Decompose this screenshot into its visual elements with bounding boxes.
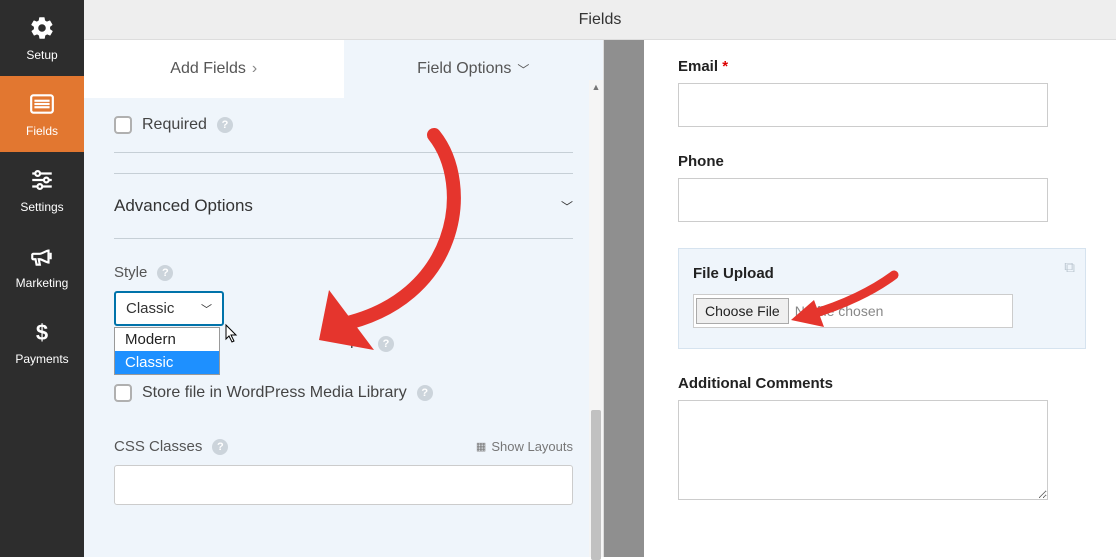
sidebar-item-label: Payments <box>15 352 68 366</box>
duplicate-icon[interactable]: ⧉ <box>1064 259 1075 276</box>
help-icon[interactable]: ? <box>217 117 233 133</box>
scroll-up-icon[interactable]: ▲ <box>589 80 603 94</box>
preview-divider <box>604 40 644 557</box>
sidebar-item-label: Fields <box>26 124 58 138</box>
file-upload-field[interactable]: ⧉ File Upload Choose File No file chosen <box>678 248 1086 349</box>
required-label: Required <box>142 116 207 134</box>
style-option-modern[interactable]: Modern <box>115 328 219 351</box>
hidden-label-partial: l <box>350 335 354 353</box>
required-checkbox[interactable] <box>114 116 132 134</box>
style-dropdown: Modern Classic <box>114 327 220 375</box>
scrollbar-thumb[interactable] <box>591 410 601 560</box>
css-classes-label: CSS Classes <box>114 438 202 455</box>
chevron-down-icon: ﹀ <box>561 198 573 215</box>
phone-label: Phone <box>678 153 1086 170</box>
chevron-down-icon: ﹀ <box>517 61 529 78</box>
show-layouts-label: Show Layouts <box>491 439 573 454</box>
additional-comments-label: Additional Comments <box>678 375 1086 392</box>
sidebar: Setup Fields Settings Marketing $ Paymen… <box>0 0 84 557</box>
gear-icon <box>28 14 56 42</box>
css-classes-input[interactable] <box>114 465 573 505</box>
field-options-panel: Add Fields › Field Options ﹀ Required ? <box>84 40 604 557</box>
tab-field-options[interactable]: Field Options ﹀ <box>344 40 604 98</box>
help-icon[interactable]: ? <box>212 439 228 455</box>
sidebar-item-settings[interactable]: Settings <box>0 152 84 228</box>
sidebar-item-setup[interactable]: Setup <box>0 0 84 76</box>
sidebar-item-label: Settings <box>20 200 63 214</box>
required-row: Required ? <box>114 98 573 153</box>
advanced-options-header[interactable]: Advanced Options ﹀ <box>114 173 573 239</box>
sidebar-item-fields[interactable]: Fields <box>0 76 84 152</box>
style-selected-value: Classic <box>126 300 174 317</box>
email-input[interactable] <box>678 83 1048 127</box>
dollar-icon: $ <box>28 318 56 346</box>
help-icon[interactable]: ? <box>157 265 173 281</box>
advanced-options-label: Advanced Options <box>114 196 253 216</box>
sidebar-item-marketing[interactable]: Marketing <box>0 228 84 304</box>
no-file-text: No file chosen <box>795 303 884 319</box>
email-label: Email * <box>678 58 1086 75</box>
phone-input[interactable] <box>678 178 1048 222</box>
style-label: Style <box>114 264 147 281</box>
sidebar-item-label: Marketing <box>16 276 69 290</box>
cursor-icon <box>224 323 242 350</box>
tab-label: Add Fields <box>170 60 246 78</box>
show-layouts-button[interactable]: ▦ Show Layouts <box>476 439 573 454</box>
chevron-down-icon: ﹀ <box>201 301 212 317</box>
tab-add-fields[interactable]: Add Fields › <box>84 40 344 98</box>
additional-comments-textarea[interactable] <box>678 400 1048 500</box>
store-file-label: Store file in WordPress Media Library <box>142 384 407 402</box>
file-upload-label: File Upload <box>693 265 1071 282</box>
help-icon[interactable]: ? <box>417 385 433 401</box>
sidebar-item-payments[interactable]: $ Payments <box>0 304 84 380</box>
file-input[interactable]: Choose File No file chosen <box>693 294 1013 328</box>
chevron-right-icon: › <box>252 60 257 78</box>
bullhorn-icon <box>28 242 56 270</box>
sliders-icon <box>28 166 56 194</box>
tab-label: Field Options <box>417 60 511 78</box>
svg-text:$: $ <box>36 320 48 345</box>
choose-file-button[interactable]: Choose File <box>696 298 789 324</box>
list-icon <box>28 90 56 118</box>
style-option-classic[interactable]: Classic <box>115 351 219 374</box>
help-icon[interactable]: ? <box>378 336 394 352</box>
store-file-checkbox[interactable] <box>114 384 132 402</box>
sidebar-item-label: Setup <box>26 48 57 62</box>
grid-icon: ▦ <box>476 440 486 453</box>
form-preview: Email * Phone ⧉ File Upload Choose File … <box>644 40 1116 557</box>
scrollbar[interactable]: ▲ <box>589 80 603 557</box>
style-select[interactable]: Classic ﹀ <box>114 291 224 326</box>
required-asterisk: * <box>718 58 728 75</box>
page-title: Fields <box>84 0 1116 40</box>
